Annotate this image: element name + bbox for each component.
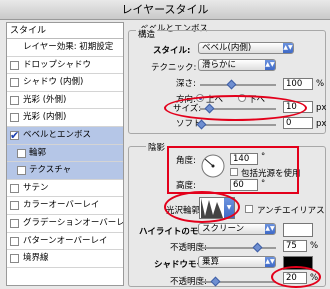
sidebar-item-label: シャドウ (内側) xyxy=(23,77,84,88)
sidebar-item-label: グラデーションオーバーレイ xyxy=(23,217,124,228)
shading-group-title: 陰影 xyxy=(146,141,168,153)
sidebar-item-label: パターンオーバーレイ xyxy=(23,235,108,246)
style-dropdown-value: ベベル(内側) xyxy=(202,43,252,53)
soften-unit: px xyxy=(316,119,327,129)
style-label: スタイル: xyxy=(153,46,191,56)
sidebar-item-contour[interactable]: 輪郭 xyxy=(7,144,123,163)
sidebar-item-label: レイヤー効果: 初期設定 xyxy=(23,42,114,52)
depth-unit: % xyxy=(316,79,325,89)
stroke-checkbox[interactable] xyxy=(10,254,19,264)
highlight-color-swatch[interactable] xyxy=(283,223,313,237)
window-title: レイヤースタイル xyxy=(0,0,330,20)
style-dropdown[interactable]: ベベル(内側) ▲▼ xyxy=(198,42,294,54)
antialias-checkbox[interactable] xyxy=(245,205,253,213)
technique-label: テクニック: xyxy=(151,63,197,73)
sidebar-item-inner-shadow[interactable]: シャドウ (内側) xyxy=(7,74,123,92)
sidebar-item-pattern-overlay[interactable]: パターンオーバーレイ xyxy=(7,233,123,251)
sidebar-item-blending-options[interactable]: レイヤー効果: 初期設定 xyxy=(7,39,123,57)
sidebar-item-label: 境界線 xyxy=(23,253,49,264)
chevron-updown-icon: ▲▼ xyxy=(265,60,275,70)
shadow-mode-value: 乗算 xyxy=(202,257,220,267)
depth-slider[interactable] xyxy=(200,79,276,90)
depth-label: 深さ: xyxy=(176,79,196,89)
depth-input[interactable]: 100 xyxy=(283,78,313,90)
chevron-updown-icon: ▲▼ xyxy=(265,224,275,234)
gloss-contour-annotation-oval xyxy=(164,191,240,223)
shadow-opacity-slider[interactable] xyxy=(200,276,276,287)
highlight-mode-dropdown[interactable]: スクリーン ▲▼ xyxy=(198,223,276,235)
chevron-updown-icon: ▲▼ xyxy=(265,257,275,267)
shadow-opacity-annotation-oval xyxy=(271,266,321,288)
chevron-updown-icon: ▲▼ xyxy=(283,43,293,53)
soften-slider[interactable] xyxy=(196,119,276,130)
sidebar-item-color-overlay[interactable]: カラーオーバーレイ xyxy=(7,197,123,215)
sidebar-item-drop-shadow[interactable]: ドロップシャドウ xyxy=(7,57,123,75)
sidebar-item-stroke[interactable]: 境界線 xyxy=(7,250,123,268)
highlight-mode-value: スクリーン xyxy=(202,224,245,234)
inner-glow-checkbox[interactable] xyxy=(10,113,19,123)
sidebar-item-label: サテン xyxy=(23,182,49,193)
drop-shadow-checkbox[interactable] xyxy=(10,60,19,70)
sidebar-item-inner-glow[interactable]: 光彩 (内側) xyxy=(7,109,123,127)
gradient-overlay-checkbox[interactable] xyxy=(10,218,19,228)
size-unit: px xyxy=(316,103,327,113)
outer-glow-checkbox[interactable] xyxy=(10,95,19,105)
sidebar-item-label: テクスチャ xyxy=(29,165,72,176)
sidebar-item-label: 光彩 (外側) xyxy=(23,94,67,105)
technique-dropdown[interactable]: 滑らかに ▲▼ xyxy=(198,59,276,71)
style-list: スタイル レイヤー効果: 初期設定 ドロップシャドウ シャドウ (内側) 光彩 … xyxy=(6,22,124,286)
size-annotation-oval xyxy=(164,95,307,121)
sidebar-item-label: ドロップシャドウ xyxy=(23,59,92,70)
bevel-emboss-checkbox[interactable] xyxy=(10,127,19,145)
sidebar-item-label: カラーオーバーレイ xyxy=(23,200,100,211)
satin-checkbox[interactable] xyxy=(10,183,19,193)
sidebar-item-gradient-overlay[interactable]: グラデーションオーバーレイ xyxy=(7,215,123,233)
structure-group-title: 構造 xyxy=(136,28,158,40)
sidebar-item-texture[interactable]: テクスチャ xyxy=(7,162,123,180)
sidebar-item-outer-glow[interactable]: 光彩 (外側) xyxy=(7,92,123,110)
highlight-opacity-input[interactable]: 75 xyxy=(283,240,307,252)
color-overlay-checkbox[interactable] xyxy=(10,201,19,211)
sidebar-item-bevel-emboss[interactable]: ベベルとエンボス xyxy=(7,126,123,145)
contour-checkbox[interactable] xyxy=(17,148,26,158)
antialias-label: アンチエイリアス xyxy=(257,206,325,216)
highlight-opacity-slider[interactable] xyxy=(200,242,276,253)
texture-checkbox[interactable] xyxy=(17,166,26,176)
inner-shadow-checkbox[interactable] xyxy=(10,78,19,88)
sidebar-item-label: 光彩 (内側) xyxy=(23,112,67,123)
sidebar-item-label: ベベルとエンボス xyxy=(23,129,92,140)
sidebar-item-satin[interactable]: サテン xyxy=(7,180,123,198)
shadow-mode-dropdown[interactable]: 乗算 ▲▼ xyxy=(198,256,276,268)
technique-dropdown-value: 滑らかに xyxy=(202,60,237,70)
pattern-overlay-checkbox[interactable] xyxy=(10,236,19,246)
soften-input[interactable]: 0 xyxy=(283,117,313,129)
sidebar-item-label: 輪郭 xyxy=(29,147,47,158)
style-list-header[interactable]: スタイル xyxy=(7,23,123,39)
highlight-opacity-unit: % xyxy=(310,241,319,251)
angle-altitude-annotation-rect xyxy=(167,146,299,194)
